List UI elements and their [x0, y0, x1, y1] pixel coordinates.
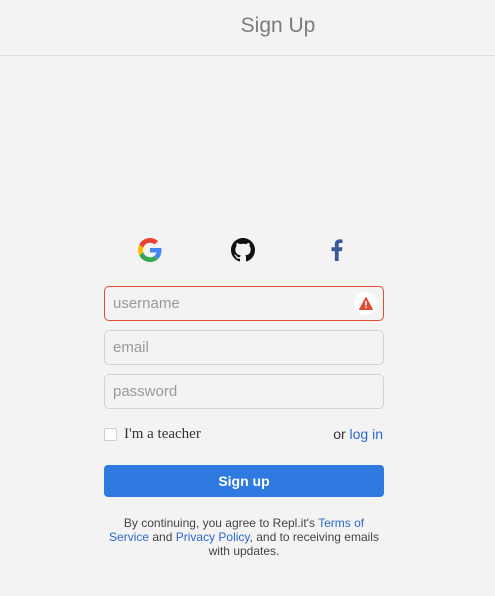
legal-and: and	[149, 530, 176, 544]
username-field	[104, 286, 384, 321]
legal-prefix: By continuing, you agree to Repl.it's	[123, 516, 319, 530]
google-icon	[138, 238, 162, 262]
github-icon	[231, 238, 255, 262]
google-login-button[interactable]	[136, 236, 164, 264]
email-input[interactable]	[105, 331, 383, 364]
header-bar: Sign Up	[0, 0, 495, 56]
password-field	[104, 374, 384, 409]
github-login-button[interactable]	[229, 236, 257, 264]
page-title: Sign Up	[240, 14, 316, 37]
privacy-link[interactable]: Privacy Policy	[176, 530, 250, 544]
social-login-row	[104, 236, 384, 264]
username-input[interactable]	[105, 287, 383, 320]
facebook-login-button[interactable]	[323, 236, 351, 264]
signup-button[interactable]: Sign up	[104, 465, 384, 497]
teacher-label: I'm a teacher	[124, 425, 201, 442]
signup-page: Sign Up username email I'm a teacher or …	[0, 0, 495, 596]
login-link[interactable]: log in	[350, 426, 383, 442]
facebook-icon	[331, 239, 343, 261]
or-text: or	[333, 426, 346, 442]
warning-icon	[354, 292, 377, 315]
login-prompt: or log in	[333, 426, 383, 442]
teacher-checkbox[interactable]	[104, 427, 117, 441]
password-input[interactable]	[105, 375, 383, 408]
email-field	[104, 330, 384, 365]
teacher-option: I'm a teacher	[104, 424, 201, 444]
legal-notice: By continuing, you agree to Repl.it's Te…	[104, 516, 384, 558]
